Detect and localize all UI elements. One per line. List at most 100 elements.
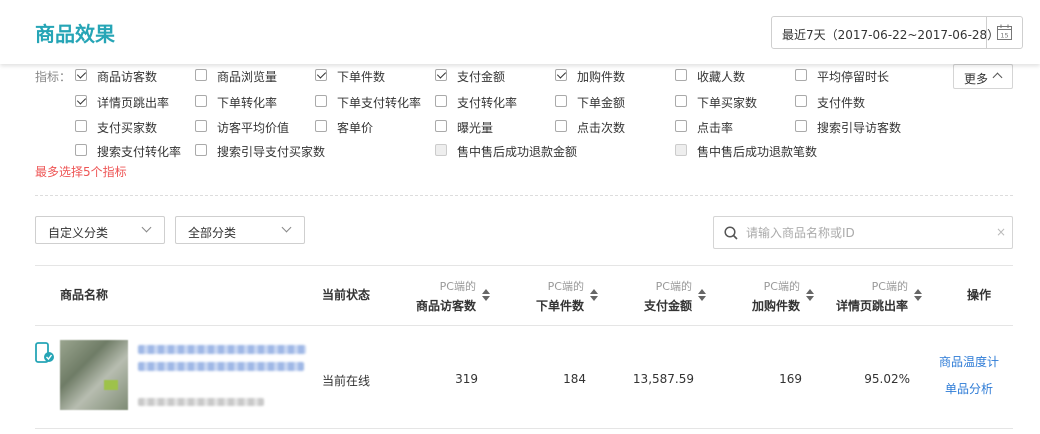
indicator-label-text: 平均停留时长 — [817, 70, 890, 84]
checkbox-checked-icon — [435, 69, 447, 81]
checkbox-unchecked-icon — [195, 144, 207, 156]
calendar-icon: 15 — [997, 24, 1012, 40]
page-header: 商品效果 最近7天（2017-06-22~2017-06-28） 15 — [0, 0, 1040, 64]
chevron-up-icon — [992, 72, 1003, 83]
date-range-picker[interactable]: 最近7天（2017-06-22~2017-06-28） 15 — [771, 16, 1023, 49]
table-border-bottom — [35, 428, 1013, 429]
checkbox-unchecked-icon — [195, 120, 207, 132]
single-product-analysis-link[interactable]: 单品分析 — [945, 380, 993, 397]
indicator-label-text: 下单件数 — [337, 70, 386, 84]
checkbox-unchecked-icon — [435, 95, 447, 107]
col-header-metric[interactable]: PC端的 支付金额 — [596, 278, 706, 314]
indicator-label-text: 商品访客数 — [97, 70, 158, 84]
divider — [35, 195, 1013, 196]
checkbox-checked-icon — [75, 69, 87, 81]
col-header-metric-label: 商品访客数 — [415, 299, 476, 313]
col-header-prefix: PC端的 — [871, 280, 908, 293]
custom-category-label: 自定义分类 — [48, 226, 109, 240]
col-header-metric-label: 下单件数 — [535, 299, 584, 313]
indicator-label-text: 下单支付转化率 — [337, 96, 422, 110]
metric-value: 95.02% — [864, 372, 910, 386]
max-selection-hint: 最多选择5个指标 — [35, 165, 127, 179]
checkbox-unchecked-icon — [315, 95, 327, 107]
indicator-label-text: 支付转化率 — [457, 96, 518, 110]
indicator-label-text: 点击率 — [697, 121, 734, 135]
table-header-divider — [35, 325, 1013, 326]
metric-value: 319 — [455, 372, 478, 386]
all-category-label: 全部分类 — [188, 226, 237, 240]
chevron-down-icon — [281, 222, 292, 233]
col-header-metric-label: 加购件数 — [751, 299, 800, 313]
date-range-text: 最近7天（2017-06-22~2017-06-28） — [782, 28, 1000, 42]
sort-icon[interactable] — [914, 289, 922, 301]
indicator-label-text: 支付买家数 — [97, 121, 158, 135]
checkbox-checked-icon — [555, 69, 567, 81]
indicator-label-text: 商品浏览量 — [217, 70, 278, 84]
calendar-day: 15 — [1000, 32, 1008, 40]
col-header-name: 商品名称 — [60, 288, 109, 302]
checkbox-unchecked-icon — [315, 120, 327, 132]
indicator-label-text: 搜索支付转化率 — [97, 145, 182, 159]
calendar-button[interactable]: 15 — [986, 17, 1022, 48]
product-thumbnail[interactable] — [60, 340, 128, 410]
checkbox-unchecked-icon — [795, 95, 807, 107]
chevron-down-icon — [141, 222, 152, 233]
indicator-label-text: 加购件数 — [577, 70, 626, 84]
checkbox-checked-icon — [75, 95, 87, 107]
product-thermometer-link[interactable]: 商品温度计 — [939, 353, 999, 370]
custom-category-select[interactable]: 自定义分类 — [35, 216, 165, 244]
col-header-ops: 操作 — [967, 288, 992, 302]
indicator-label-text: 搜索引导支付买家数 — [217, 145, 326, 159]
indicator-label-text: 支付件数 — [817, 96, 866, 110]
search-input[interactable] — [746, 224, 996, 242]
indicator-label-text: 点击次数 — [577, 121, 626, 135]
indicator-label-text: 售中售后成功退款金额 — [457, 145, 578, 159]
more-button-label: 更多 — [964, 72, 989, 86]
page-title: 商品效果 — [35, 22, 115, 46]
checkbox-unchecked-icon — [195, 69, 207, 81]
col-header-status: 当前状态 — [322, 288, 371, 302]
more-button[interactable]: 更多 — [953, 64, 1013, 89]
product-name-link-line2[interactable] — [138, 362, 304, 371]
table-border-top — [35, 265, 1013, 266]
search-icon — [724, 226, 738, 240]
checkbox-unchecked-icon — [555, 95, 567, 107]
metric-value: 184 — [563, 372, 586, 386]
indicator-label-text: 曝光量 — [457, 121, 494, 135]
all-category-select[interactable]: 全部分类 — [175, 216, 305, 244]
checkbox-unchecked-icon — [675, 95, 687, 107]
indicator-label: 指标： — [35, 70, 72, 84]
checkbox-unchecked-icon — [555, 120, 567, 132]
col-header-metric-label: 详情页跳出率 — [835, 299, 908, 313]
checkbox-unchecked-icon — [675, 120, 687, 132]
col-header-metric[interactable]: PC端的加购件数 — [704, 278, 814, 314]
indicator-label-text: 下单转化率 — [217, 96, 278, 110]
checkbox-unchecked-icon — [75, 120, 87, 132]
metric-value: 169 — [779, 372, 802, 386]
col-header-metric[interactable]: PC端的下单件数 — [488, 278, 598, 314]
checkbox-unchecked-icon — [195, 95, 207, 107]
col-header-prefix: PC端的 — [547, 280, 584, 293]
col-header-metric[interactable]: PC端的详情页跳出率 — [812, 278, 922, 314]
checkbox-checked-icon — [315, 69, 327, 81]
indicator-label-text: 搜索引导访客数 — [817, 121, 902, 135]
checkbox-unchecked-icon — [435, 144, 447, 156]
col-header-prefix: PC端的 — [763, 280, 800, 293]
indicator-label-text: 售中售后成功退款笔数 — [697, 145, 818, 159]
checkbox-unchecked-icon — [795, 120, 807, 132]
mobile-device-icon — [35, 342, 54, 363]
checkbox-unchecked-icon — [435, 120, 447, 132]
col-header-prefix: PC端的 — [655, 280, 692, 293]
indicator-label-text: 访客平均价值 — [217, 121, 290, 135]
clear-icon[interactable]: × — [996, 225, 1006, 239]
checkbox-unchecked-icon — [75, 144, 87, 156]
indicator-label-text: 下单买家数 — [697, 96, 758, 110]
checkbox-unchecked-icon — [675, 144, 687, 156]
col-header-metric[interactable]: PC端的 商品访客数 — [380, 278, 490, 314]
product-id-text — [138, 398, 264, 406]
status-text: 当前在线 — [322, 374, 371, 388]
metric-value: 13,587.59 — [632, 372, 694, 386]
product-name-link[interactable] — [138, 345, 306, 354]
indicator-label-text: 下单金额 — [577, 96, 626, 110]
product-search[interactable]: × — [713, 216, 1013, 249]
